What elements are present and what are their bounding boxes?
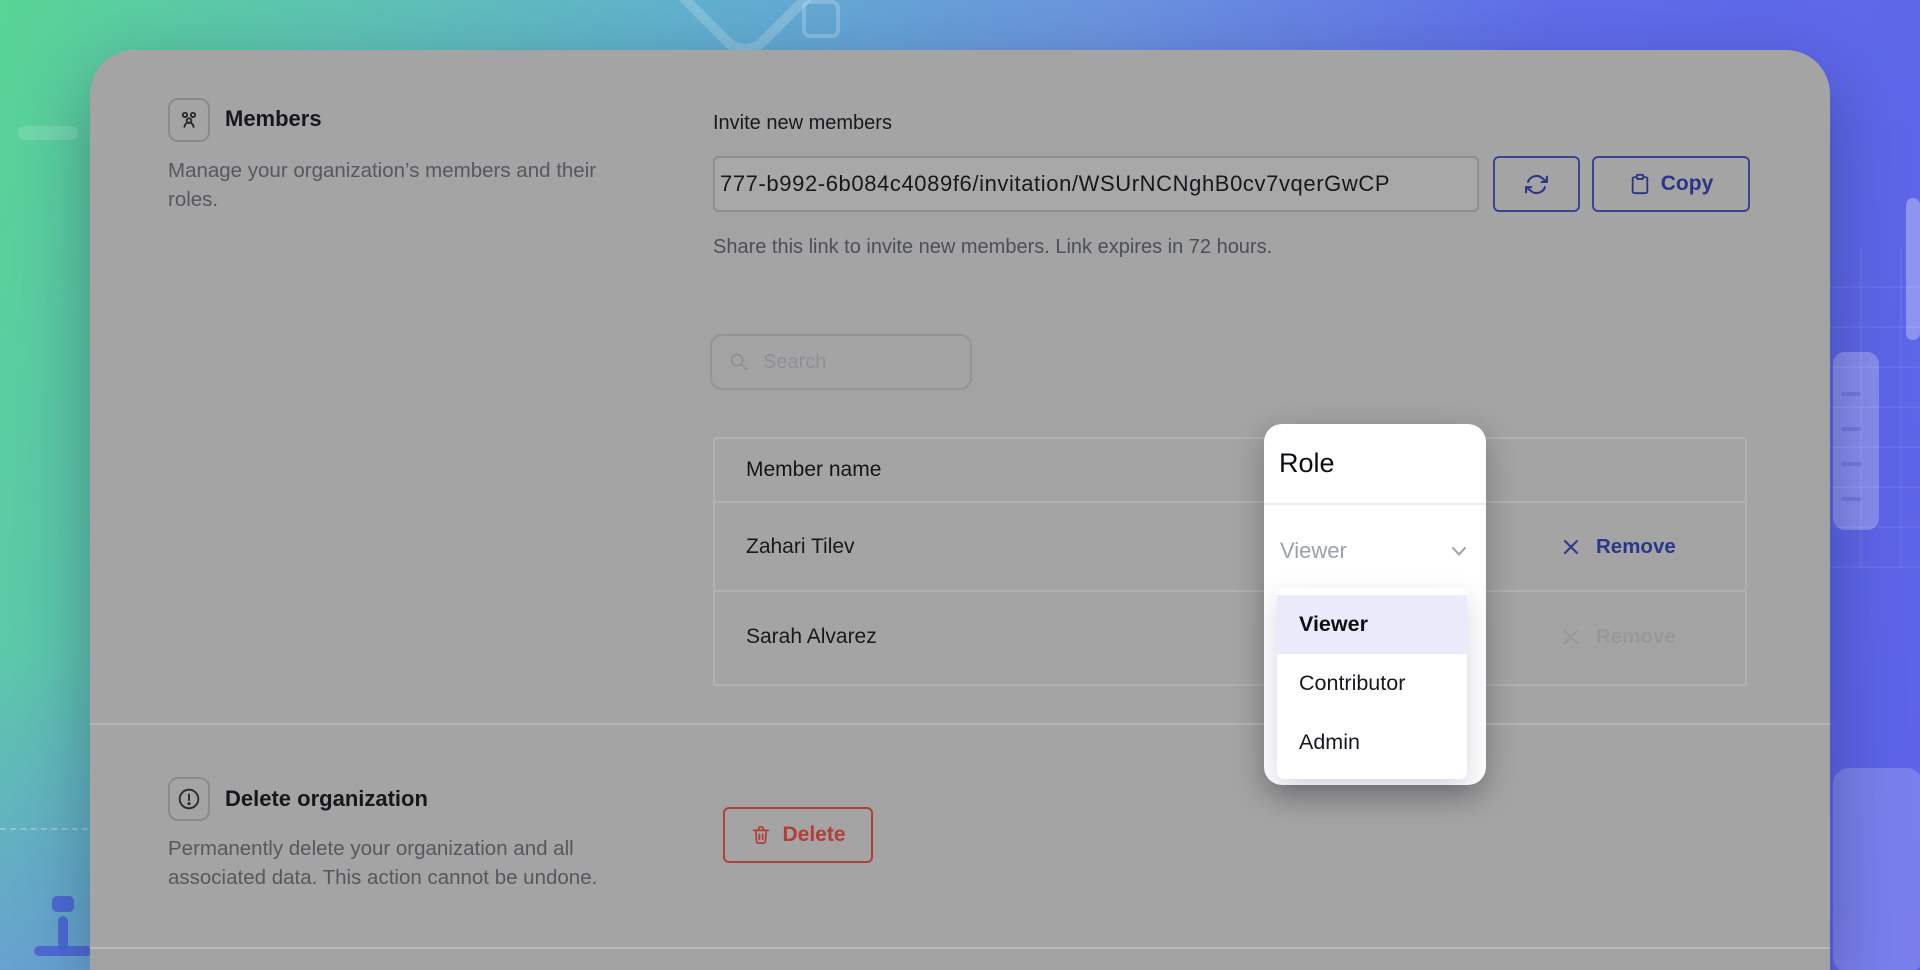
flowchart-decoration (52, 896, 74, 912)
alert-circle-icon (168, 777, 210, 821)
dashed-line-decoration (0, 828, 88, 830)
remove-button-label: Remove (1596, 625, 1676, 649)
members-section-title: Members (225, 106, 322, 132)
search-placeholder: Search (763, 351, 826, 374)
copy-link-button[interactable]: Copy (1592, 156, 1750, 212)
remove-button-label: Remove (1596, 535, 1676, 559)
square-outline-decoration (802, 0, 840, 38)
faint-pill-decoration (18, 126, 78, 140)
search-icon (728, 351, 750, 373)
role-select-value: Viewer (1280, 538, 1347, 564)
role-option-viewer[interactable]: Viewer (1277, 595, 1467, 654)
regenerate-link-button[interactable] (1493, 156, 1580, 212)
side-bar-decoration (1906, 198, 1920, 340)
header-divider (1264, 503, 1486, 505)
x-icon (1561, 537, 1581, 557)
table-row: Sarah Alvarez Remove (715, 592, 1745, 682)
members-section-description: Manage your organization’s members and t… (168, 156, 638, 214)
member-name-cell: Sarah Alvarez (715, 625, 877, 649)
members-table-header: Member name (715, 439, 1745, 503)
x-icon (1561, 627, 1581, 647)
copy-button-label: Copy (1661, 172, 1714, 196)
remove-member-button[interactable]: Remove (1561, 625, 1676, 649)
trash-icon (750, 824, 772, 846)
role-dropdown-menu: Viewer Contributor Admin (1277, 588, 1467, 779)
remove-member-button[interactable]: Remove (1561, 535, 1676, 559)
corner-panel-decoration (1833, 768, 1920, 970)
chevron-down-icon (1446, 538, 1472, 564)
column-member-name: Member name (715, 458, 881, 482)
mini-panel-decoration (1833, 352, 1879, 530)
invitation-link-input[interactable]: 777-b992-6b084c4089f6/invitation/WSUrNCN… (713, 156, 1479, 212)
members-icon (168, 98, 210, 142)
member-search-input[interactable]: Search (710, 334, 972, 390)
flowchart-decoration (58, 916, 68, 950)
member-name-cell: Zahari Tilev (715, 535, 855, 559)
role-option-contributor[interactable]: Contributor (1277, 654, 1467, 713)
delete-section-description: Permanently delete your organization and… (168, 834, 638, 892)
invite-new-members-label: Invite new members (713, 112, 892, 135)
card-footer-strip (90, 947, 1830, 970)
role-column-spotlight: Role Viewer Viewer Contributor Admin (1264, 424, 1486, 785)
delete-button-label: Delete (782, 823, 845, 847)
settings-page: Members Manage your organization’s membe… (0, 0, 1920, 970)
invite-link-helper-text: Share this link to invite new members. L… (713, 236, 1272, 259)
clipboard-icon (1629, 172, 1651, 196)
organization-settings-card: Members Manage your organization’s membe… (90, 50, 1830, 970)
members-table: Member name Zahari Tilev Remove Sarah Al… (713, 437, 1747, 686)
delete-section-title: Delete organization (225, 786, 428, 812)
role-select[interactable]: Viewer (1280, 530, 1472, 572)
table-row: Zahari Tilev Remove (715, 503, 1745, 592)
delete-organization-button[interactable]: Delete (723, 807, 873, 863)
role-option-admin[interactable]: Admin (1277, 713, 1467, 772)
refresh-icon (1524, 172, 1549, 197)
section-divider (90, 723, 1830, 725)
column-role: Role (1279, 448, 1335, 479)
